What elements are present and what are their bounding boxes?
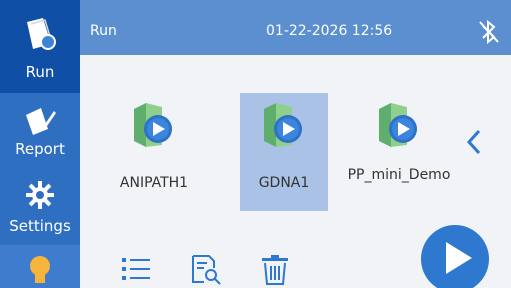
report-edit-icon: [26, 108, 56, 135]
protocol-file-icon: [379, 103, 417, 147]
trash-icon[interactable]: [260, 254, 290, 286]
sidebar-item-label: Run: [25, 63, 55, 81]
file-name: ANIPATH1: [119, 175, 189, 191]
sidebar-item-run[interactable]: Run: [0, 0, 80, 93]
sidebar: Run Report Settings: [0, 0, 80, 288]
file-name: PP_mini_Demo: [347, 167, 451, 183]
sidebar-item-report[interactable]: Report: [0, 93, 80, 168]
start-run-button[interactable]: [421, 225, 489, 288]
header-bar: Run 01-22-2026 12:56: [80, 0, 511, 55]
datetime-display: 01-22-2026 12:56: [266, 23, 393, 39]
file-item-anipath1[interactable]: ANIPATH1: [110, 93, 198, 211]
chevron-left-icon[interactable]: [465, 128, 483, 156]
sidebar-item-label: Settings: [9, 217, 71, 235]
file-item-gdna1[interactable]: GDNA1: [240, 93, 328, 211]
gear-icon: [26, 181, 54, 209]
list-icon[interactable]: [120, 254, 152, 284]
lightbulb-icon: [30, 256, 50, 283]
page-title: Run: [90, 23, 117, 39]
sidebar-item-settings[interactable]: Settings: [0, 168, 80, 245]
file-item-pp-mini-demo[interactable]: PP_mini_Demo: [348, 93, 450, 211]
play-icon: [446, 242, 472, 274]
file-name: GDNA1: [258, 175, 310, 191]
run-document-icon: [27, 18, 56, 50]
bluetooth-off-icon: [479, 20, 499, 44]
instrument-screen: Run Report Settings Run 01-22-2026 12:56…: [0, 0, 511, 288]
protocol-file-icon: [134, 103, 172, 147]
sidebar-item-lamp[interactable]: [0, 245, 80, 288]
protocol-file-icon: [264, 103, 302, 147]
search-document-icon[interactable]: [190, 254, 222, 286]
sidebar-item-label: Report: [15, 140, 65, 158]
